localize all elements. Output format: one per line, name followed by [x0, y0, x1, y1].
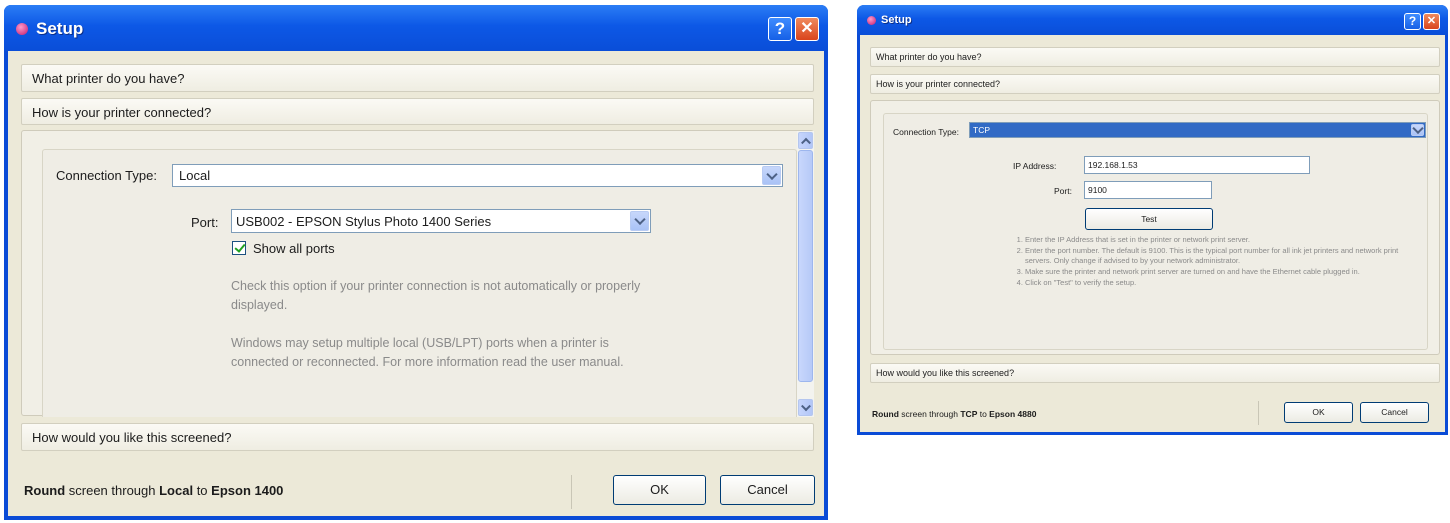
instruction-step: Enter the port number. The default is 91… [1025, 246, 1425, 267]
status-text-1: screen through [898, 409, 961, 419]
test-button[interactable]: Test [1085, 208, 1213, 230]
port-label: Port: [191, 215, 219, 230]
ok-button[interactable]: OK [613, 475, 706, 505]
connection-panel: Connection Type: TCP IP Address: 192.168… [870, 100, 1440, 355]
window-title: Setup [36, 19, 84, 38]
title-bar[interactable]: Setup ? ✕ [857, 5, 1448, 35]
connection-type-select[interactable]: Local [172, 164, 783, 187]
status-prefix: Round [24, 483, 66, 498]
connection-type-value: TCP [973, 125, 990, 135]
connection-type-select[interactable]: TCP [969, 122, 1426, 138]
setup-dialog-local: Setup ? ✕ What printer do you have? How … [4, 5, 828, 520]
cancel-button[interactable]: Cancel [720, 475, 815, 505]
section-printer-label: What printer do you have? [876, 52, 982, 62]
status-text-2: to [977, 409, 990, 419]
show-ports-hint: Check this option if your printer connec… [231, 279, 641, 313]
instruction-step: Make sure the printer and network print … [1025, 267, 1425, 278]
connection-group [883, 113, 1428, 350]
port-input[interactable]: 9100 [1084, 181, 1212, 199]
section-connection-header[interactable]: How is your printer connected? [870, 74, 1440, 94]
status-text-1: screen through [65, 483, 160, 498]
section-printer-header[interactable]: What printer do you have? [21, 64, 814, 92]
status-printer: Epson 1400 [211, 483, 284, 498]
app-icon [16, 23, 28, 35]
close-icon: ✕ [1426, 15, 1437, 27]
ok-button[interactable]: OK [1284, 402, 1353, 423]
close-icon: ✕ [800, 20, 814, 37]
status-prefix: Round [872, 409, 899, 419]
section-screening-label: How would you like this screened? [32, 430, 232, 445]
dialog-body: What printer do you have? How is your pr… [8, 51, 824, 516]
section-connection-label: How is your printer connected? [32, 105, 212, 120]
status-printer: Epson 4880 [989, 409, 1037, 419]
scroll-up-icon[interactable] [798, 132, 813, 149]
show-all-ports-label[interactable]: Show all ports [253, 241, 335, 256]
title-bar[interactable]: Setup ? ✕ [4, 5, 828, 51]
show-all-ports-checkbox[interactable] [232, 241, 246, 255]
setup-dialog-tcp: Setup ? ✕ What printer do you have? How … [857, 5, 1448, 435]
status-text-2: to [193, 483, 212, 498]
dialog-body: What printer do you have? How is your pr… [860, 35, 1445, 432]
status-method: TCP [960, 409, 978, 419]
multiple-ports-hint: Windows may setup multiple local (USB/LP… [231, 336, 624, 370]
footer-divider [1258, 401, 1259, 425]
help-button[interactable]: ? [768, 17, 792, 41]
connection-type-label: Connection Type: [56, 168, 157, 183]
chevron-down-icon[interactable] [1411, 124, 1424, 136]
section-screening-label: How would you like this screened? [876, 368, 1015, 378]
port-label: Port: [1054, 186, 1072, 196]
status-summary: Round screen through Local to Epson 1400 [24, 483, 283, 498]
section-screening-header[interactable]: How would you like this screened? [870, 363, 1440, 383]
vertical-scrollbar[interactable] [797, 131, 814, 417]
help-button[interactable]: ? [1404, 13, 1421, 30]
chevron-down-icon[interactable] [630, 211, 649, 231]
close-button[interactable]: ✕ [795, 17, 819, 41]
status-summary: Round screen through TCP to Epson 4880 [872, 409, 1036, 419]
section-screening-header[interactable]: How would you like this screened? [21, 423, 814, 451]
ip-address-input[interactable]: 192.168.1.53 [1084, 156, 1310, 174]
scroll-thumb[interactable] [798, 150, 813, 382]
status-method: Local [159, 483, 194, 498]
instruction-step: Click on "Test" to verify the setup. [1025, 278, 1425, 289]
section-connection-label: How is your printer connected? [876, 79, 1001, 89]
section-connection-header[interactable]: How is your printer connected? [21, 98, 814, 125]
chevron-down-icon[interactable] [762, 166, 781, 185]
app-icon [867, 16, 876, 25]
section-printer-header[interactable]: What printer do you have? [870, 47, 1440, 67]
ip-address-value: 192.168.1.53 [1088, 160, 1138, 170]
ip-address-label: IP Address: [1013, 161, 1057, 171]
instruction-step: Enter the IP Address that is set in the … [1025, 235, 1425, 246]
footer-divider [571, 475, 572, 509]
port-value: USB002 - EPSON Stylus Photo 1400 Series [236, 214, 492, 229]
section-printer-label: What printer do you have? [32, 71, 185, 86]
setup-instructions: Enter the IP Address that is set in the … [1007, 235, 1425, 288]
port-value: 9100 [1088, 185, 1107, 195]
connection-type-label: Connection Type: [893, 127, 959, 137]
connection-panel: Connection Type: Local Port: USB002 - EP… [21, 130, 814, 417]
close-button[interactable]: ✕ [1423, 13, 1440, 30]
window-title: Setup [881, 14, 912, 26]
connection-type-value: Local [179, 168, 211, 183]
port-select[interactable]: USB002 - EPSON Stylus Photo 1400 Series [231, 209, 651, 233]
cancel-button[interactable]: Cancel [1360, 402, 1429, 423]
scroll-down-icon[interactable] [798, 399, 813, 416]
